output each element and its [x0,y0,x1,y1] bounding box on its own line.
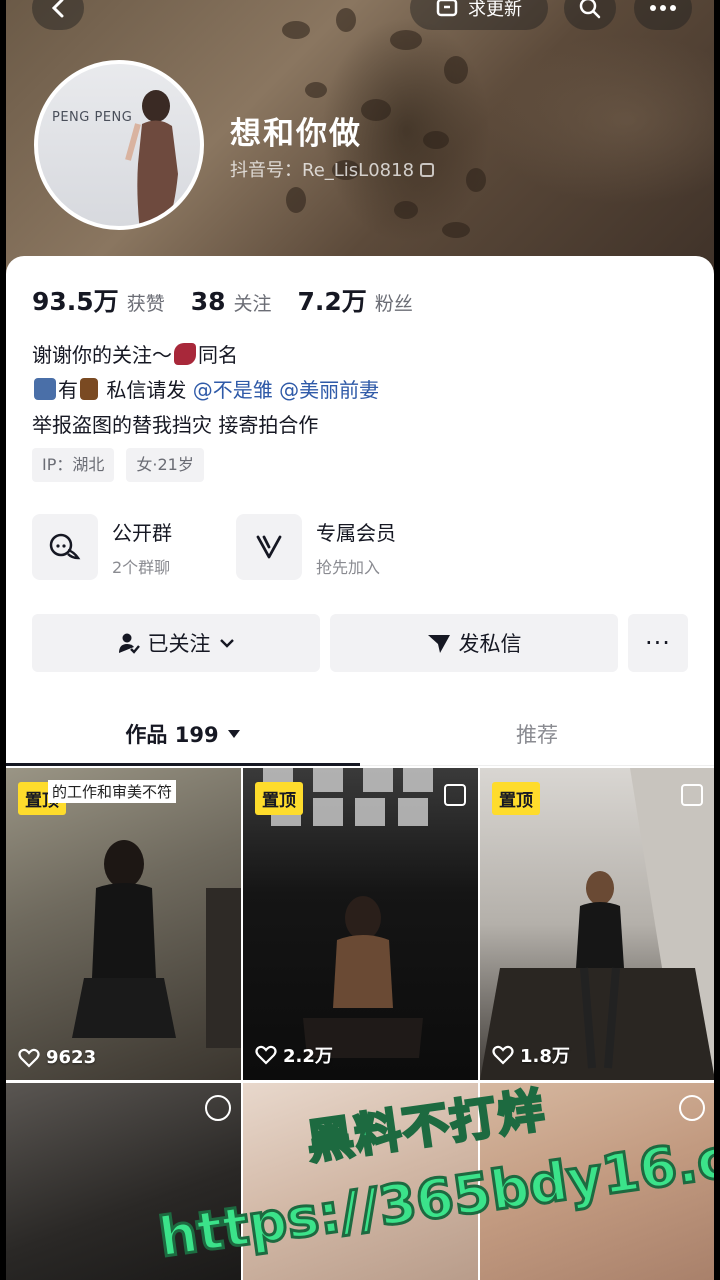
bio-line-1: 谢谢你的关注～ 同名 [32,338,379,373]
chat-group-icon [32,514,98,580]
feature-subtitle: 2个群聊 [112,557,171,577]
more-options-button[interactable] [634,0,692,30]
stat-number: 7.2万 [297,287,367,316]
avatar-figure [125,90,178,226]
update-icon [436,0,458,17]
chevron-down-icon [219,639,234,648]
like-count: 2.2万 [255,1042,333,1068]
caret-down-icon [227,729,240,738]
stat-number: 38 [190,287,226,316]
stat-label: 粉丝 [374,293,413,315]
send-message-button[interactable]: 发私信 [330,614,618,672]
bio-line-3: 举报盗图的替我挡灾 接寄拍合作 [32,413,319,437]
bio-text: 同名 [198,343,238,367]
more-dots-icon [650,5,676,11]
feature-title: 公开群 [112,520,172,545]
vip-membership-entry[interactable]: 专属会员 抢先加入 [236,514,396,580]
action-row: 已关注 发私信 ··· [32,614,688,672]
tab-recommended[interactable]: 推荐 [360,702,714,765]
video-tile[interactable]: 置顶 1.8万 [480,768,714,1080]
ip-location-tag: IP：湖北 [32,448,115,482]
feature-title: 专属会员 [316,520,396,545]
profile-tags: IP：湖北 女·21岁 [32,448,204,482]
multi-photo-icon [444,784,466,806]
douyin-id: 抖音号：Re_LisL0818 [230,156,435,182]
pinned-badge: 置顶 [255,782,303,815]
search-button[interactable] [564,0,616,30]
search-icon [579,0,601,19]
avatar[interactable]: PENG PENG [34,60,204,230]
request-update-button[interactable]: 求更新 [410,0,548,30]
bio: 谢谢你的关注～ 同名 有 私信请发 @不是雏 @美丽前妻 举报盗图的替我挡灾 接寄… [32,338,379,443]
video-tile[interactable] [243,1083,478,1280]
multi-photo-icon [681,784,703,806]
like-count-text: 1.8万 [520,1046,570,1067]
like-count: 1.8万 [492,1042,570,1068]
feature-subtitle: 抢先加入 [316,557,381,577]
bio-text: 有 [58,378,78,402]
stats-row: 93.5万 获赞 38 关注 7.2万 粉丝 [32,282,439,318]
vip-v-icon [236,514,302,580]
stat-likes[interactable]: 93.5万 获赞 [32,282,165,318]
chevron-left-icon [51,0,64,18]
gender-age-tag: 女·21岁 [126,448,204,482]
live-photo-icon [679,1095,705,1121]
request-update-label: 求更新 [468,0,522,20]
video-tile[interactable]: 置顶 的工作和审美不符 9623 [6,768,241,1080]
tab-works[interactable]: 作品 199 [6,702,360,766]
live-photo-icon [205,1095,231,1121]
heart-icon [255,1045,277,1065]
bio-text: 私信请发 [106,378,187,402]
heart-icon [492,1045,514,1065]
send-message-label: 发私信 [458,632,522,656]
user-check-icon [118,633,140,654]
like-count: 9623 [18,1047,96,1068]
video-caption: 的工作和审美不符 [48,780,177,803]
bio-line-2: 有 私信请发 @不是雏 @美丽前妻 [32,373,379,408]
tab-label: 作品 199 [125,722,219,747]
tab-label: 推荐 [516,722,558,747]
like-count-text: 9623 [46,1047,97,1068]
profile-banner: 求更新 PENG PENG 想和你做 抖音号：Re_LisL0818 [6,0,714,290]
mention-link[interactable]: @美丽前妻 [279,378,379,402]
video-grid: 置顶 的工作和审美不符 9623 置顶 2.2万 置顶 1.8万 [6,768,714,1280]
satellite-icon [34,378,56,400]
copy-icon[interactable] [420,163,435,177]
nickname: 想和你做 [230,116,362,152]
stat-following[interactable]: 38 关注 [191,287,272,316]
profile-card: 93.5万 获赞 38 关注 7.2万 粉丝 谢谢你的关注～ 同名 有 私信请发 … [6,256,714,1280]
sweet-potato-icon [174,343,196,365]
video-tile[interactable] [6,1083,241,1280]
douyin-id-text: 抖音号：Re_LisL0818 [230,160,415,181]
stat-label: 关注 [233,293,272,315]
more-actions-button[interactable]: ··· [628,614,688,672]
back-button[interactable] [32,0,84,30]
video-tile[interactable]: 置顶 2.2万 [243,768,478,1080]
content-tabs: 作品 199 推荐 [6,702,714,766]
like-count-text: 2.2万 [283,1046,333,1067]
mention-link[interactable]: @不是雏 [193,378,273,402]
door-icon [80,378,98,400]
bio-text: 谢谢你的关注～ [32,343,172,367]
paper-plane-icon [427,635,450,653]
profile-page: 求更新 PENG PENG 想和你做 抖音号：Re_LisL0818 93.5万… [6,0,714,1280]
following-button[interactable]: 已关注 [32,614,320,672]
stat-number: 93.5万 [32,287,119,316]
video-tile[interactable] [480,1083,714,1280]
public-group-entry[interactable]: 公开群 2个群聊 [32,514,172,580]
stat-followers[interactable]: 7.2万 粉丝 [298,282,413,318]
heart-icon [18,1048,40,1068]
following-label: 已关注 [147,632,211,656]
stat-label: 获赞 [126,293,165,315]
more-actions-label: ··· [645,629,671,657]
pinned-badge: 置顶 [492,782,540,815]
